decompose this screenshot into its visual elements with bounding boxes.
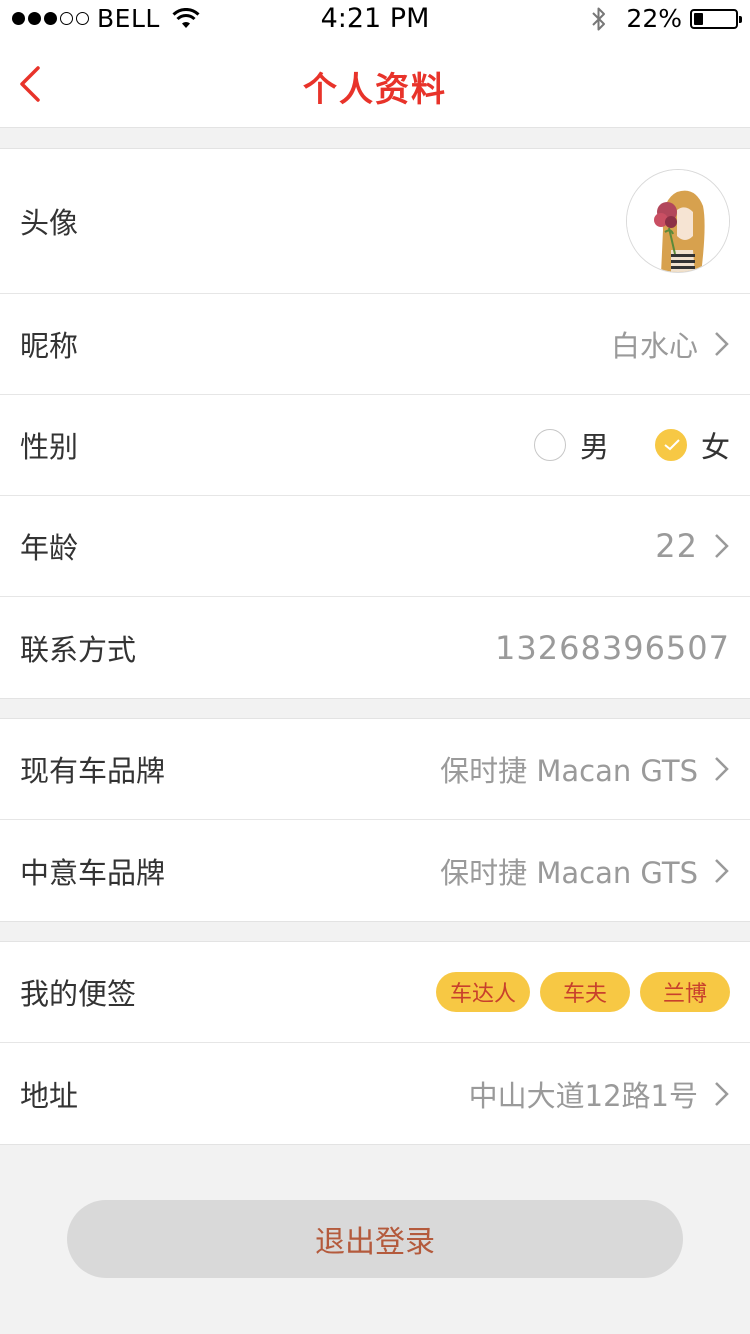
avatar-row[interactable]: 头像 [0, 149, 750, 294]
nickname-value: 白水心 [610, 329, 698, 363]
radio-unchecked-icon[interactable] [533, 429, 566, 461]
radio-checked-icon[interactable] [654, 429, 687, 461]
bluetooth-icon [592, 7, 606, 30]
address-value: 中山大道12路1号 [468, 1078, 698, 1113]
contact-row[interactable]: 联系方式 13268396507 [0, 597, 750, 698]
current-car-brand-label: 现有车品牌 [20, 754, 166, 788]
navigation-bar: 个人资料 [0, 40, 750, 128]
contact-label: 联系方式 [20, 632, 137, 667]
gender-option-female[interactable]: 女 [654, 424, 730, 466]
current-car-brand-row[interactable]: 现有车品牌 保时捷 Macan GTS [0, 719, 750, 820]
contact-value: 13268396507 [495, 628, 730, 667]
nickname-row[interactable]: 昵称 白水心 [0, 294, 750, 395]
profile-section: 头像 昵称 白水心 性别 男 女 年龄 22 联系方式 13268396507 [0, 148, 750, 699]
checkmark-icon [664, 439, 680, 451]
gender-option-male[interactable]: 男 [533, 424, 609, 466]
tag-chip[interactable]: 兰博 [640, 972, 730, 1012]
current-car-brand-value: 保时捷 Macan GTS [440, 754, 698, 788]
gender-row: 性别 男 女 [0, 395, 750, 496]
page-title: 个人资料 [303, 70, 447, 110]
tags-row: 我的便签 车达人 车夫 兰博 [0, 942, 750, 1043]
gender-label: 性别 [20, 430, 79, 464]
desired-car-brand-value: 保时捷 Macan GTS [440, 855, 698, 890]
battery-level [694, 12, 703, 25]
status-bar: BELL 4:21 PM 22% [0, 0, 750, 40]
age-value: 22 [655, 527, 698, 565]
chevron-right-icon [715, 757, 729, 781]
battery-icon [690, 8, 742, 29]
battery-percent: 22% [626, 4, 682, 33]
tags-label: 我的便签 [20, 977, 137, 1011]
avatar-illustration [627, 170, 729, 272]
nickname-label: 昵称 [20, 329, 79, 363]
chevron-right-icon [715, 1081, 729, 1106]
chevron-right-icon [715, 534, 729, 558]
chevron-right-icon [715, 858, 729, 883]
age-row[interactable]: 年龄 22 [0, 496, 750, 597]
address-label: 地址 [20, 1078, 79, 1113]
address-row[interactable]: 地址 中山大道12路1号 [0, 1043, 750, 1144]
gender-female-label: 女 [700, 430, 730, 464]
gender-male-label: 男 [579, 430, 609, 464]
desired-car-brand-label: 中意车品牌 [20, 855, 166, 890]
avatar-label: 头像 [20, 206, 79, 240]
extra-section: 我的便签 车达人 车夫 兰博 地址 中山大道12路1号 [0, 941, 750, 1145]
car-section: 现有车品牌 保时捷 Macan GTS 中意车品牌 保时捷 Macan GTS [0, 718, 750, 922]
avatar[interactable] [626, 169, 730, 273]
age-label: 年龄 [20, 531, 79, 565]
status-right: 22% [590, 4, 742, 33]
chevron-right-icon [715, 332, 729, 356]
tag-chip[interactable]: 车夫 [540, 972, 630, 1012]
tag-chip[interactable]: 车达人 [435, 972, 530, 1012]
desired-car-brand-row[interactable]: 中意车品牌 保时捷 Macan GTS [0, 820, 750, 921]
logout-button[interactable]: 退出登录 [67, 1200, 683, 1278]
